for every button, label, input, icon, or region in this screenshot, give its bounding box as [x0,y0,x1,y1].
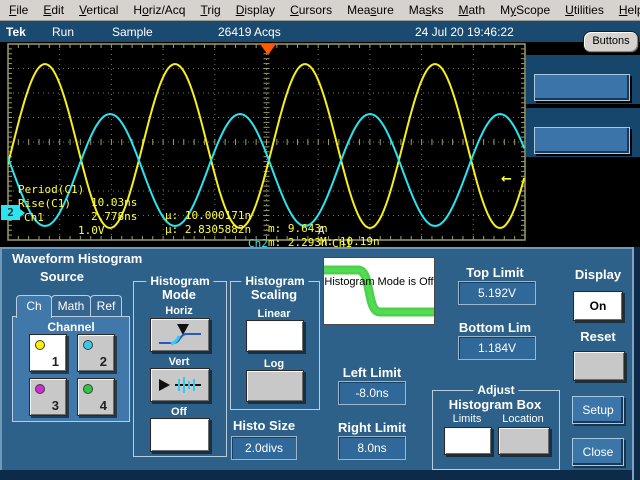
log-label: Log [230,358,318,370]
menu-item-trig[interactable]: Trig [200,3,220,17]
oscilloscope-screen: File Edit Vertical Horiz/Acq Trig Display Curs… [0,0,640,480]
vert-label: Vert [133,356,225,368]
channel-3-led-icon [35,384,45,394]
bottom-limit-label: Bottom Lim [450,320,540,335]
scaling-log-button[interactable] [246,370,304,402]
right-limit-value[interactable]: 8.0ns [338,436,406,460]
channel-select-box: Channel 1 2 3 4 [12,316,130,422]
menu-item-display[interactable]: Display [236,3,275,17]
scaling-linear-button[interactable] [246,320,304,352]
soft-button-2[interactable] [534,127,630,154]
limits-label: Limits [442,413,492,425]
histogram-mode-group-title: Histogram [146,274,213,288]
meas1-mean: μ: 10.000171n [165,209,251,222]
mode-horiz-button[interactable] [150,318,210,352]
histogram-status-box: Histogram Mode is Off [323,257,435,325]
tek-logo: Tek [6,25,26,39]
histogram-scaling-group-title: Histogram [241,274,308,288]
panel-title: Waveform Histogram [12,251,142,266]
channel-2-button[interactable]: 2 [77,334,115,372]
channel-label: Channel [13,320,129,334]
left-limit-label: Left Limit [330,365,414,380]
menu-item-masks[interactable]: Masks [409,3,444,17]
top-limit-label: Top Limit [450,265,540,280]
soft-panel-2 [526,108,640,157]
run-state: Run [52,25,74,39]
location-label: Location [496,413,550,425]
acquisition-count: 26419 Acqs [218,25,281,39]
channel-1-button[interactable]: 1 [29,334,67,372]
reset-label: Reset [570,329,626,344]
channel-4-button[interactable]: 4 [77,378,115,416]
menu-item-edit[interactable]: Edit [43,3,64,17]
menu-item-cursors[interactable]: Cursors [290,3,332,17]
histogram-box-subtitle: Histogram Box [432,397,558,412]
acquisition-mode: Sample [112,25,153,39]
channel-2-led-icon [83,340,93,350]
histo-size-label: Histo Size [228,418,300,433]
tab-ref[interactable]: Ref [90,295,122,318]
mode-vert-button[interactable] [150,368,210,402]
ch1-scale: 1.0V [78,224,105,237]
waveform-histogram-panel: Waveform Histogram Source Ch Math Ref Ch… [0,247,640,480]
waveform-edge-icon [324,258,434,324]
source-label: Source [20,269,104,284]
display-label: Display [570,267,626,282]
close-button[interactable]: Close [572,438,624,466]
menu-item-help[interactable]: Help [619,3,640,17]
off-label: Off [133,406,225,418]
menu-item-vertical[interactable]: Vertical [79,3,118,17]
reset-button[interactable] [573,351,625,381]
channel-1-led-icon [35,340,45,350]
horiz-label: Horiz [133,305,225,317]
status-bar: Tek Run Sample 26419 Acqs 24 Jul 20 19:4… [0,21,640,42]
buttons-button[interactable]: Buttons [583,31,639,53]
menu-item-file[interactable]: File [9,3,28,17]
trigger-position-icon[interactable] [260,44,276,55]
adjust-limits-button[interactable] [444,427,492,455]
ch1-readout-label: Ch1 [24,211,44,224]
soft-panel-1 [526,55,640,104]
tab-ch[interactable]: Ch [16,295,52,318]
panel-bottom-edge [0,470,640,480]
meas2-mean: μ: 2.8305882n [165,223,251,236]
menu-item-measure[interactable]: Measure [347,3,394,17]
scaling-subtitle: Scaling [230,287,318,302]
datetime: 24 Jul 20 19:46:22 [415,25,514,39]
setup-button[interactable]: Setup [572,396,624,424]
trigger-level-arrow-icon: ← [501,172,512,187]
bottom-limit-value[interactable]: 1.184V [458,336,536,360]
channel-4-led-icon [83,384,93,394]
tab-math[interactable]: Math [51,295,91,318]
histo-size-value[interactable]: 2.0divs [231,436,297,460]
left-limit-value[interactable]: -8.0ns [338,381,406,405]
meas1-value: 10.03ns [91,196,137,209]
panel-right-edge [632,247,640,480]
mode-off-button[interactable] [150,418,210,452]
menu-item-myscope[interactable]: MyScope [500,3,550,17]
display-on-button[interactable]: On [573,291,623,321]
mode-subtitle: Mode [133,287,225,302]
menu-item-horizacq[interactable]: Horiz/Acq [133,3,185,17]
soft-button-1[interactable] [534,74,630,101]
waveform-trace-ch1 [8,64,524,228]
menu-item-math[interactable]: Math [458,3,485,17]
histogram-status-text: Histogram Mode is Off [324,276,434,289]
trigger-mode: A [318,224,325,237]
histogram-horiz-icon [151,319,209,351]
histogram-vert-icon [151,369,209,401]
meas2-value: 2.778ns [91,210,137,223]
right-limit-label: Right Limit [330,420,414,435]
adjust-location-button[interactable] [498,427,550,455]
adjust-group-title: Adjust [473,383,518,397]
ch2-position-marker[interactable]: 2 [1,205,20,220]
channel-3-button[interactable]: 3 [29,378,67,416]
linear-label: Linear [230,308,318,320]
menu-bar: File Edit Vertical Horiz/Acq Trig Display Curs… [0,0,640,21]
menu-item-utilities[interactable]: Utilities [565,3,604,17]
top-limit-value[interactable]: 5.192V [458,281,536,305]
